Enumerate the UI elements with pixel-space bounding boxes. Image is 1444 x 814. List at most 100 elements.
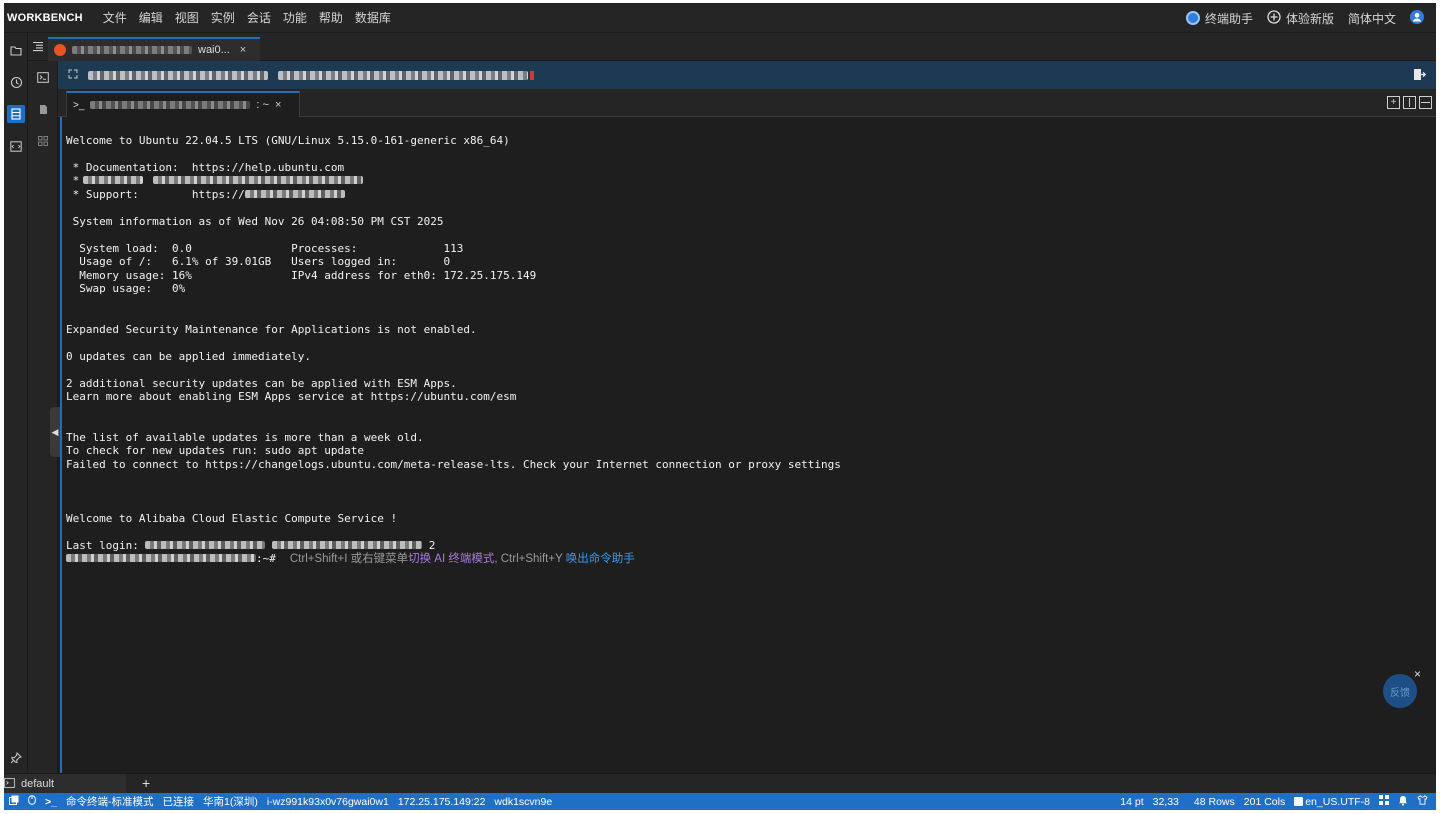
folder-icon[interactable] [7,41,25,59]
menu-bar: WORKBENCH 文件 编辑 视图 实例 会话 功能 帮助 数据库 终端助手 … [4,3,1436,33]
session-tab[interactable]: wai0... × [48,37,260,61]
redacted-terminal-title [90,101,251,109]
terminal-assistant-button[interactable]: 终端助手 [1185,10,1253,27]
robot-icon [1185,11,1200,25]
tab-default-label: default [21,778,55,790]
outline-toggle-icon[interactable] [32,41,44,55]
exit-icon[interactable] [1413,68,1427,84]
pin-icon[interactable] [7,749,25,767]
session-tab-bar: wai0... × [28,33,1436,61]
cursor-position: 32,33 [1152,795,1179,808]
file-icon[interactable] [35,101,51,117]
font-size[interactable]: 14 pt [1120,796,1143,808]
terminal-tab[interactable]: >_ : ~ × [66,91,300,117]
menu-session[interactable]: 会话 [247,9,271,26]
new-version-label: 体验新版 [1285,11,1334,26]
plus-circle-icon [1267,9,1281,27]
language-select[interactable]: 简体中文 [1348,10,1396,27]
prompt-icon: >_ [45,795,57,808]
feedback-button[interactable]: 反馈 [1383,674,1417,708]
shirt-icon[interactable] [1417,795,1428,808]
session-tab-close[interactable]: × [240,44,246,56]
add-tab-button[interactable]: + [142,775,150,791]
instance-id: i-wz991k93x0v76gwai0w1 [266,795,389,808]
last-login-line: Last login: 2 [66,538,436,552]
terminal-line: Welcome to Alibaba Cloud Elastic Compute… [66,511,398,525]
terminal-line: System information as of Wed Nov 26 04:0… [66,214,444,228]
feedback-close[interactable]: × [1414,667,1421,681]
app-brand: WORKBENCH [7,11,83,24]
user-icon [1410,9,1424,27]
terminal-line: Usage of /: 6.1% of 39.01GB Users logged… [66,255,451,268]
server-icon[interactable] [7,105,25,123]
info-bar [58,61,1436,89]
terminal-tab-close[interactable]: × [275,99,281,111]
terminal-line: Failed to connect to https://changelogs.… [66,457,841,471]
user-avatar[interactable] [1410,9,1424,27]
prompt-line: :~# Ctrl+Shift+I 或右键菜单切换 AI 终端模式, Ctrl+Sh… [66,552,1436,566]
menu-file[interactable]: 文件 [103,9,127,26]
terminal-line: To check for new updates run: sudo apt u… [66,444,365,457]
split-vertical-icon[interactable] [1403,96,1416,109]
switch-ai-mode-link[interactable]: 切换 AI 终端模式 [408,553,494,565]
split-horizontal-icon[interactable] [1419,96,1432,109]
apps-grid-icon[interactable] [35,133,51,149]
add-pane-icon[interactable]: + [1387,96,1400,109]
menu-view[interactable]: 视图 [175,9,199,26]
copy-icon[interactable] [9,795,19,808]
menu-edit[interactable]: 编辑 [139,9,163,26]
terminal-line: Expanded Security Maintenance for Applic… [66,322,477,336]
tab-default[interactable]: default [4,774,126,794]
terminal-line: System load: 0.0 Processes: 113 [66,241,464,255]
workbench-app: WORKBENCH 文件 编辑 视图 实例 会话 功能 帮助 数据库 终端助手 … [4,3,1436,810]
terminal-line: 0 updates can be applied immediately. [66,349,312,363]
terminal-line: Learn more about enabling ESM Apps servi… [66,390,517,403]
globe-icon [1294,797,1304,806]
cols-count: 201 Cols [1243,795,1286,808]
mouse-icon[interactable] [28,795,36,808]
bottom-tab-strip: default + [4,773,1436,794]
terminal-icon[interactable] [35,69,51,85]
locale[interactable]: en_US.UTF-8 [1294,796,1370,808]
terminal-line: Welcome to Ubuntu 22.04.5 LTS (GNU/Linux… [66,133,510,147]
terminal-line: Memory usage: 16% IPv4 address for eth0:… [66,268,537,282]
command-assistant-link[interactable]: 唤出命令助手 [566,553,635,565]
ai-hint: Ctrl+Shift+I 或右键菜单切换 AI 终端模式, Ctrl+Shift… [289,553,635,565]
redacted-hostname [66,554,256,562]
terminal-mode[interactable]: 命令终端-标准模式 [66,794,154,809]
prompt-suffix: :~# [256,552,276,565]
grid-icon[interactable] [1379,795,1389,808]
bell-icon[interactable] [1398,795,1408,809]
terminal-output[interactable]: Welcome to Ubuntu 22.04.5 LTS (GNU/Linux… [60,117,1436,773]
menu-instance[interactable]: 实例 [211,9,235,26]
collapse-handle[interactable]: ◀ [50,407,60,457]
code-icon[interactable] [7,137,25,155]
expand-icon[interactable] [68,69,78,82]
status-bar: >_ 命令终端-标准模式 已连接 华南1(深圳) i-wz991k93x0v76… [4,793,1436,810]
terminal-small-icon [4,777,15,791]
rows-count: 48 Rows [1193,795,1235,808]
new-version-button[interactable]: 体验新版 [1267,9,1334,27]
redacted-connection-info [88,70,268,80]
ip-address: 172.25.175.149:22 [397,795,486,808]
menu-database[interactable]: 数据库 [355,9,391,26]
terminal-line-redacted: * Support: https:// [66,188,1436,202]
menu-features[interactable]: 功能 [283,9,307,26]
connection-status: 已连接 [162,796,194,808]
history-icon[interactable] [7,73,25,91]
terminal-tab-label: : ~ [256,99,269,111]
language-label: 简体中文 [1347,11,1396,26]
activity-bar [4,33,28,773]
menubar-right: 终端助手 体验新版 简体中文 [1185,3,1424,33]
menu-help[interactable]: 帮助 [319,9,343,26]
